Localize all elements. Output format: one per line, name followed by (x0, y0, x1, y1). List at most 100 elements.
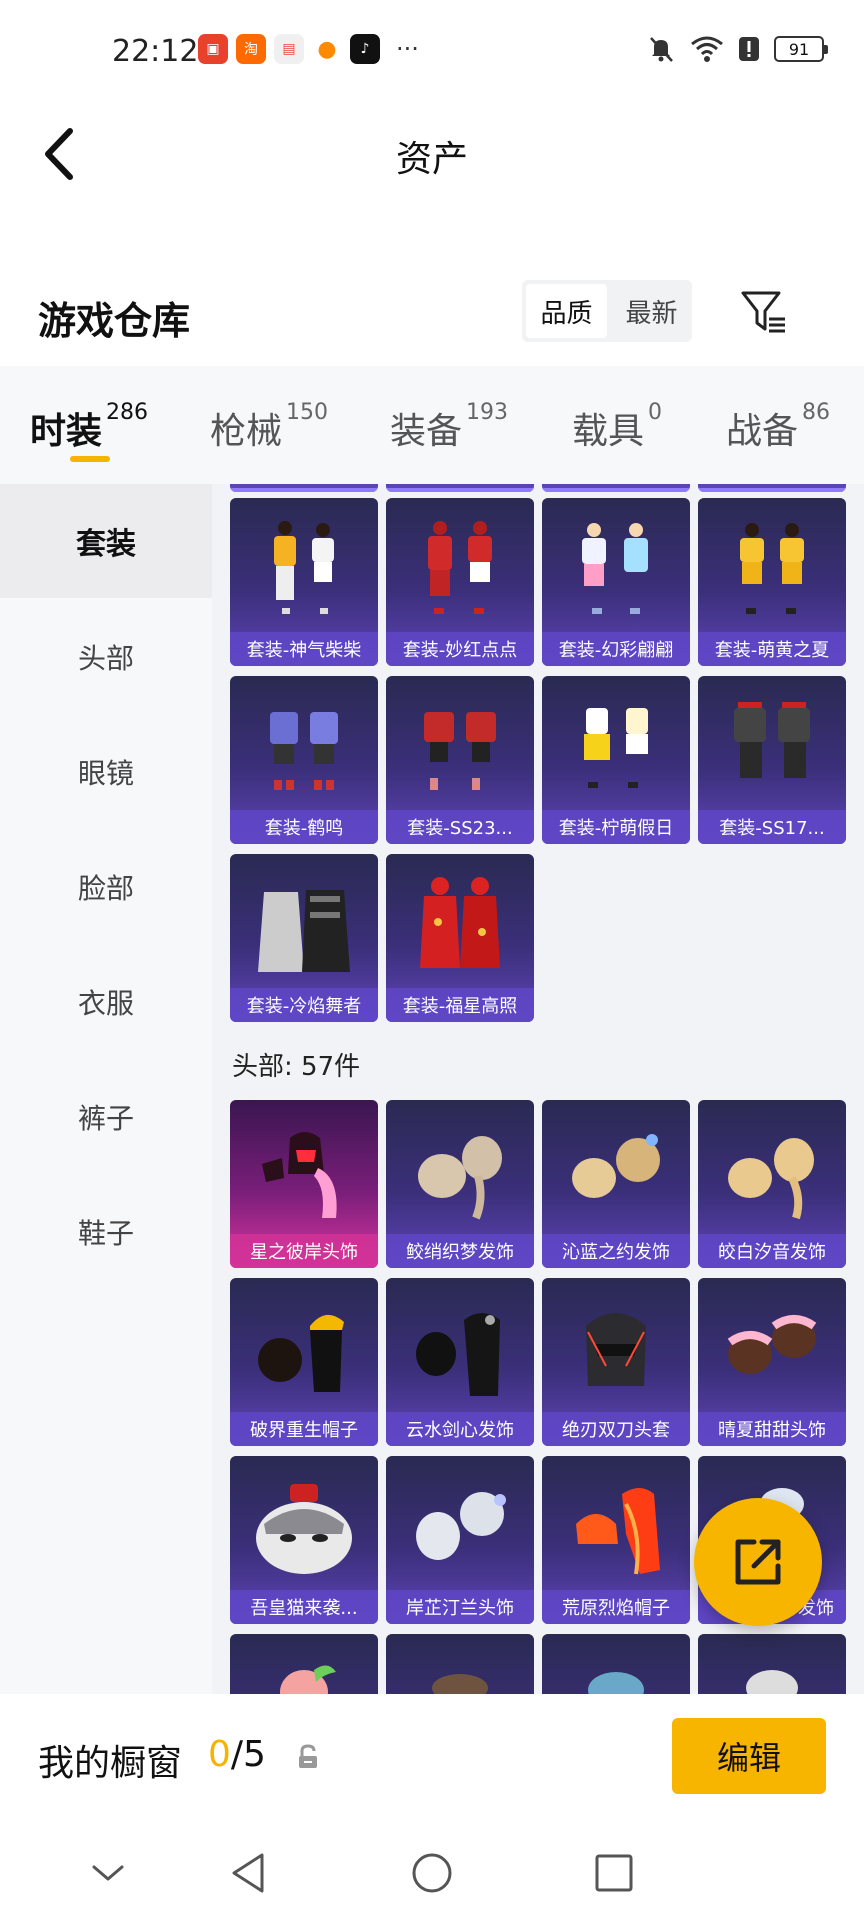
item-card[interactable]: 沁蓝之约发饰 (542, 1100, 690, 1268)
gift-app-icon: ▤ (274, 34, 304, 64)
item-card[interactable]: 鲛绡织梦发饰 (386, 1100, 534, 1268)
item-name: 吾皇猫来袭... (230, 1590, 378, 1624)
item-name: 绝刃双刀头套 (542, 1412, 690, 1446)
sub-category-sidebar: 套装 头部 眼镜 脸部 衣服 裤子 鞋子 (0, 484, 212, 1694)
item-card[interactable]: 套装-冷焰舞者 (230, 854, 378, 1022)
nav-recents-button[interactable] (586, 1848, 642, 1898)
sidebar-item-glasses[interactable]: 眼镜 (0, 715, 212, 829)
item-card[interactable]: 吾皇猫来袭... (230, 1456, 378, 1624)
item-card[interactable]: 绝刃双刀头套 (542, 1278, 690, 1446)
showcase-current: 0 (208, 1734, 231, 1775)
item-card[interactable]: 套装-福星高照 (386, 854, 534, 1022)
app-header: 资产 (0, 104, 864, 204)
huawei-app-icon: ▣ (198, 34, 228, 64)
item-name: 岸芷汀兰头饰 (386, 1590, 534, 1624)
outfit-image (734, 702, 810, 778)
sidebar-item-face[interactable]: 脸部 (0, 830, 212, 944)
item-card[interactable] (698, 1634, 846, 1694)
nav-home-button[interactable] (404, 1848, 460, 1898)
sidebar-item-head[interactable]: 头部 (0, 600, 212, 714)
item-card[interactable]: 星之彼岸头饰 (230, 1100, 378, 1268)
nav-back-button[interactable] (220, 1848, 276, 1898)
showcase-total: /5 (230, 1734, 266, 1775)
item-name: 晴夏甜甜头饰 (698, 1412, 846, 1446)
item-card[interactable] (542, 484, 690, 492)
item-name: 鲛绡织梦发饰 (386, 1234, 534, 1268)
item-card[interactable] (230, 484, 378, 492)
item-card[interactable]: 套装-妙红点点 (386, 498, 534, 666)
item-card[interactable]: 套装-SS23... (386, 676, 534, 844)
page-title: 资产 (395, 139, 468, 180)
tab-label: 枪械 (210, 411, 283, 452)
nav-collapse-button[interactable] (80, 1848, 136, 1898)
item-card[interactable]: 套装-神气柴柴 (230, 498, 378, 666)
item-card[interactable] (698, 484, 846, 492)
share-button[interactable] (694, 1498, 822, 1626)
showcase-bar: 我的橱窗 0/5 编辑 (0, 1694, 864, 1824)
item-card[interactable]: 岸芷汀兰头饰 (386, 1456, 534, 1624)
notification-icons: ▣ 淘 ▤ ● ♪ ··· (198, 34, 419, 64)
edit-button[interactable]: 编辑 (672, 1718, 826, 1794)
item-name: 破界重生帽子 (230, 1412, 378, 1446)
item-card[interactable]: 晴夏甜甜头饰 (698, 1278, 846, 1446)
filter-button[interactable] (736, 284, 792, 340)
more-notifications-icon: ··· (396, 35, 419, 63)
item-card[interactable]: 荒原烈焰帽子 (542, 1456, 690, 1624)
item-card[interactable]: 套装-幻彩翩翩 (542, 498, 690, 666)
alert-icon (739, 37, 759, 61)
item-card[interactable] (230, 1634, 378, 1694)
headwear-image (572, 1134, 660, 1198)
wifi-icon (691, 36, 723, 62)
item-card[interactable]: 套装-萌黄之夏 (698, 498, 846, 666)
item-name: 云水剑心发饰 (386, 1412, 534, 1446)
triangle-back-icon (232, 1853, 264, 1893)
warehouse-header: 游戏仓库 品质 最新 (0, 270, 864, 366)
chevron-down-icon (92, 1865, 124, 1881)
outfit-image (424, 712, 496, 790)
item-name: 套装-柠萌假日 (542, 810, 690, 844)
item-card[interactable]: 套装-鹤鸣 (230, 676, 378, 844)
tab-supplies[interactable]: 战备 86 (726, 400, 831, 454)
outfit-image (584, 708, 648, 788)
tiktok-app-icon: ♪ (350, 34, 380, 64)
sort-latest-button[interactable]: 最新 (611, 280, 692, 342)
item-card[interactable] (542, 1634, 690, 1694)
tab-count: 150 (286, 400, 329, 425)
item-card[interactable]: 套装-柠萌假日 (542, 676, 690, 844)
item-card[interactable]: 皎白汐音发饰 (698, 1100, 846, 1268)
item-card[interactable] (386, 484, 534, 492)
outfit-image (740, 523, 804, 614)
headwear-image (418, 1136, 502, 1220)
tab-fashion[interactable]: 时装 286 (30, 400, 148, 454)
item-card[interactable]: 破界重生帽子 (230, 1278, 378, 1446)
sort-quality-button[interactable]: 品质 (526, 284, 607, 338)
item-card[interactable]: 云水剑心发饰 (386, 1278, 534, 1446)
lock-icon (299, 1744, 317, 1768)
sidebar-item-shoes[interactable]: 鞋子 (0, 1175, 212, 1289)
item-name: 沁蓝之约发饰 (542, 1234, 690, 1268)
headwear-image (280, 1665, 336, 1694)
item-card[interactable] (386, 1634, 534, 1694)
system-icons: 91 (646, 34, 828, 64)
item-name: 套装-鹤鸣 (230, 810, 378, 844)
tab-vehicles[interactable]: 载具 0 (572, 400, 662, 454)
tab-label: 载具 (572, 411, 645, 452)
item-name: 套装-神气柴柴 (230, 632, 378, 666)
tab-guns[interactable]: 枪械 150 (210, 400, 329, 454)
sidebar-item-pants[interactable]: 裤子 (0, 1060, 212, 1174)
status-bar: 22:12 ▣ 淘 ▤ ● ♪ ··· 91 (0, 0, 864, 104)
sidebar-item-clothes[interactable]: 衣服 (0, 945, 212, 1059)
active-tab-indicator (70, 456, 110, 462)
headwear-image (588, 1672, 644, 1694)
showcase-count: 0/5 (208, 1734, 266, 1775)
pumpkin-app-icon: ● (312, 34, 342, 64)
headwear-image (262, 1132, 337, 1218)
sidebar-item-suit[interactable]: 套装 (0, 484, 212, 598)
item-name: 套装-妙红点点 (386, 632, 534, 666)
item-name: 套装-萌黄之夏 (698, 632, 846, 666)
item-card[interactable]: 套装-SS17... (698, 676, 846, 844)
item-name: 皎白汐音发饰 (698, 1234, 846, 1268)
tab-count: 86 (802, 400, 831, 425)
mute-bell-icon (650, 37, 673, 62)
tab-equipment[interactable]: 装备 193 (390, 400, 508, 454)
